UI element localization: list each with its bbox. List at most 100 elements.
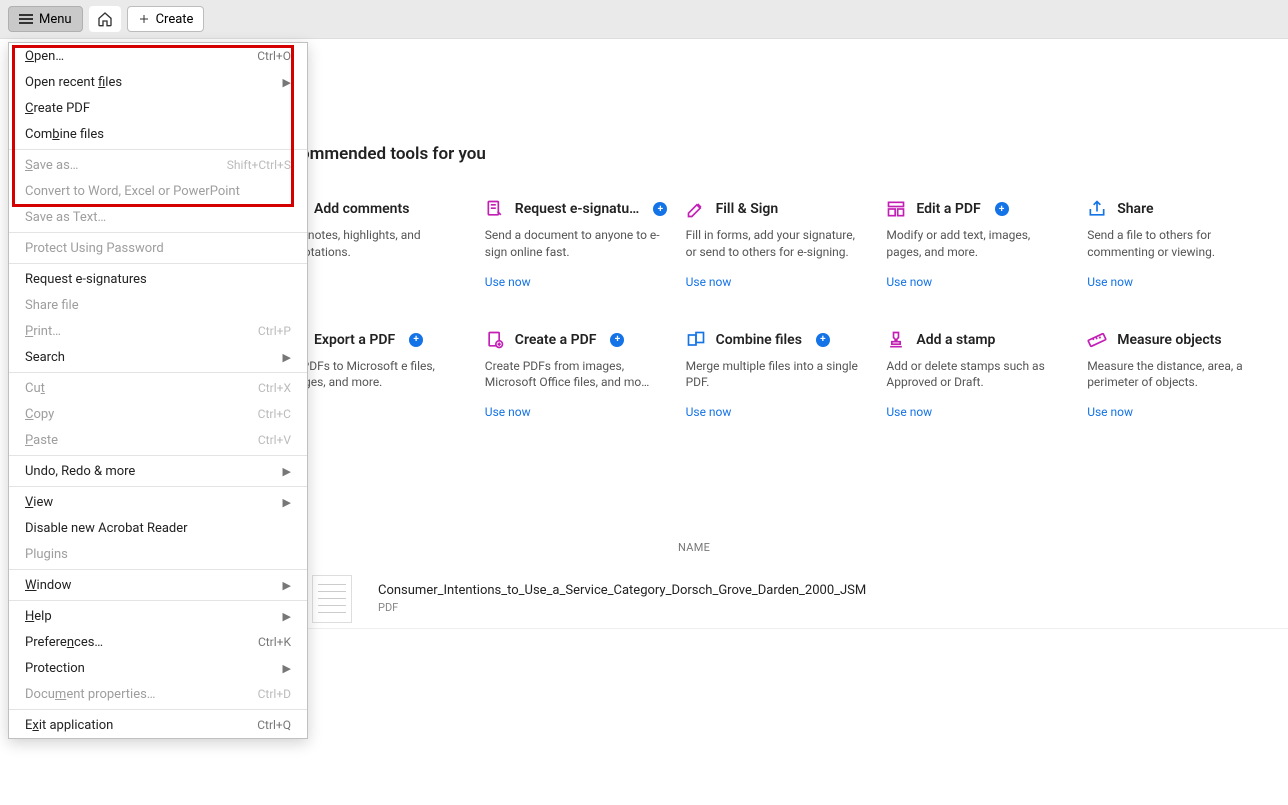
tool-title: Edit a PDF [916,201,980,217]
tool-link[interactable]: Use now [886,405,932,419]
file-name: Consumer_Intentions_to_Use_a_Service_Cat… [378,583,866,598]
topbar: Menu Create [0,0,1288,38]
menu-separator [9,372,307,373]
menu-item[interactable]: Undo, Redo & more▶ [9,458,307,484]
tool-desc: Modify or add text, images, pages, and m… [886,227,1066,261]
chevron-right-icon: ▶ [283,351,291,364]
menu-item: Plugins [9,541,307,567]
createpdf-icon [485,330,505,350]
menu-separator [9,149,307,150]
chevron-right-icon: ▶ [283,76,291,89]
tool-head: Export a PDF + [284,330,473,350]
menu-item[interactable]: Search▶ [9,344,307,370]
tool-card: Fill & Sign Fill in forms, add your sign… [686,199,887,330]
menu-item[interactable]: Protection▶ [9,655,307,681]
menu-item[interactable]: Open…Ctrl+O [9,43,307,69]
shortcut-label: Shift+Ctrl+S [227,158,291,172]
tool-card: Add a stamp Add or delete stamps such as… [886,330,1087,461]
menu-item[interactable]: Window▶ [9,572,307,598]
tool-link[interactable]: Use now [485,405,531,419]
fillsign-icon [686,199,706,219]
tool-card: Add comments icky notes, highlights, and… [284,199,485,330]
tool-head: Fill & Sign [686,199,875,219]
menu-item[interactable]: Exit application Ctrl+Q [9,712,307,738]
tool-head: Create a PDF + [485,330,674,350]
menu-item-label: Open… [25,49,64,64]
menu-item-label: Cut [25,381,45,396]
tool-link[interactable]: Use now [485,275,531,289]
menu-item: PasteCtrl+V [9,427,307,453]
menu-separator [9,455,307,456]
tool-card: Create a PDF + Create PDFs from images, … [485,330,686,461]
menu-item[interactable]: Request e-signatures [9,266,307,292]
tool-link[interactable]: Use now [886,275,932,289]
tool-card: Combine files + Merge multiple files int… [686,330,887,461]
menu-item-label: Document properties… [25,687,156,702]
tool-desc: Measure the distance, area, a perimeter … [1087,358,1267,392]
plus-badge-icon: + [995,202,1009,216]
shortcut-label: Ctrl+X [258,381,291,395]
create-button[interactable]: Create [127,6,205,32]
combine-icon [686,330,706,350]
menu-item[interactable]: Help▶ [9,603,307,629]
menu-item-label: Request e-signatures [25,272,147,287]
create-label: Create [156,12,194,27]
tool-desc: Merge multiple files into a single PDF. [686,358,866,392]
menu-item[interactable]: View ▶ [9,489,307,515]
plus-badge-icon: + [653,202,667,216]
tool-link[interactable]: Use now [686,405,732,419]
col-name: Name [678,541,710,554]
home-button[interactable] [89,6,121,32]
menu-item-label: Combine files [25,127,104,142]
menu-item-label: View [25,495,53,510]
tool-head: Add comments [284,199,473,219]
menu-item-label: Save as Text… [25,210,106,225]
tool-desc: Create PDFs from images, Microsoft Offic… [485,358,665,392]
tool-head: Combine files + [686,330,875,350]
menu-item-label: Plugins [25,547,68,562]
menu-item[interactable]: Combine files [9,121,307,147]
esign-icon [485,199,505,219]
menu-item-label: Preferences… [25,635,103,650]
menu-item-label: Copy [25,407,54,422]
file-type: PDF [378,601,866,614]
plus-badge-icon: + [409,333,423,347]
menu-button[interactable]: Menu [8,6,83,32]
menu-item-label: Share file [25,298,79,313]
tool-desc: Send a document to anyone to e-sign onli… [485,227,665,261]
menu-item[interactable]: Disable new Acrobat Reader [9,515,307,541]
tool-title: Request e-signatu… [515,201,640,217]
chevron-right-icon: ▶ [283,496,291,509]
tool-link[interactable]: Use now [686,275,732,289]
shortcut-label: Ctrl+Q [257,718,291,732]
menu-item-label: Exit application [25,718,113,733]
menu-separator [9,232,307,233]
tool-title: Export a PDF [314,332,395,348]
menu-item: Document properties…Ctrl+D [9,681,307,707]
menu-item[interactable]: Open recent files▶ [9,69,307,95]
plus-badge-icon: + [816,333,830,347]
menu-separator [9,263,307,264]
menu-separator [9,569,307,570]
tool-link[interactable]: Use now [1087,405,1133,419]
tool-link[interactable]: Use now [1087,275,1133,289]
chevron-right-icon: ▶ [283,579,291,592]
chevron-right-icon: ▶ [283,610,291,623]
tool-head: Measure objects [1087,330,1276,350]
hamburger-icon [19,14,33,24]
menu-item: Share file [9,292,307,318]
tool-head: Share [1087,199,1276,219]
menu-item-label: Disable new Acrobat Reader [25,521,188,536]
recent-row[interactable]: Consumer_Intentions_to_Use_a_Service_Cat… [300,569,1288,629]
tool-desc: ert PDFs to Microsoft e files, images, a… [284,358,464,392]
home-icon [97,11,113,27]
menu-item[interactable]: Preferences…Ctrl+K [9,629,307,655]
menu-item-label: Protect Using Password [25,241,164,256]
share-icon [1087,199,1107,219]
menu-item-label: Undo, Redo & more [25,464,135,479]
menu-item[interactable]: Create PDF [9,95,307,121]
menu-item: Cut Ctrl+X [9,375,307,401]
menu-item: Print…Ctrl+P [9,318,307,344]
tool-card: Share Send a file to others for commenti… [1087,199,1288,330]
shortcut-label: Ctrl+P [258,324,291,338]
